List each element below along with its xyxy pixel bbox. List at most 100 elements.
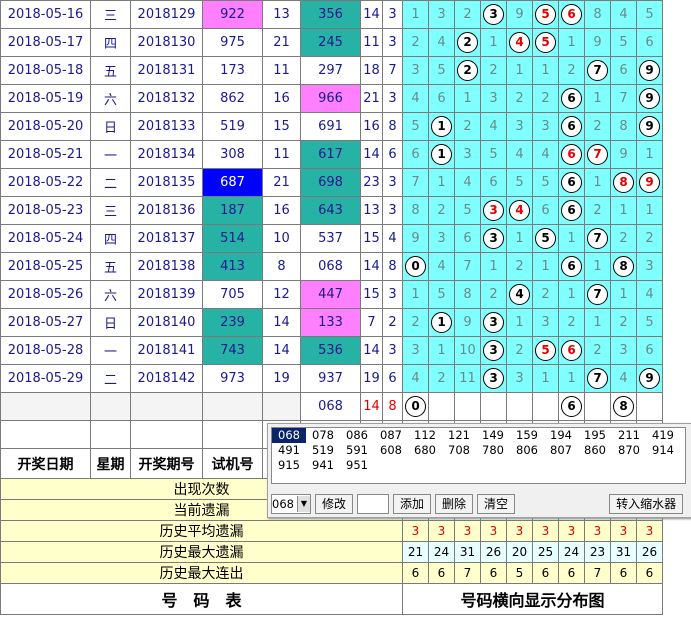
number-list-item[interactable]: 068 bbox=[272, 428, 306, 443]
issue-cell: 2018141 bbox=[130, 336, 203, 365]
number-list-item[interactable]: 086 bbox=[340, 428, 374, 443]
dist-cell-0: 7 bbox=[402, 168, 429, 197]
dist-cell-3: 3 bbox=[480, 0, 507, 29]
dist-cell-9: 5 bbox=[636, 308, 663, 337]
number-list-item[interactable]: 149 bbox=[476, 428, 510, 443]
number-list-item[interactable]: 608 bbox=[374, 443, 408, 458]
drawn-number-ball: 8 bbox=[613, 172, 634, 193]
number-list-item[interactable]: 078 bbox=[306, 428, 340, 443]
issue-cell: 2018142 bbox=[130, 364, 203, 393]
dist-cell-7: 1 bbox=[584, 84, 611, 113]
add-button[interactable]: 添加 bbox=[393, 494, 432, 514]
number-list-item[interactable]: 915 bbox=[272, 458, 306, 473]
header-week: 星期 bbox=[90, 448, 131, 479]
test-number-popup[interactable]: 068 078 086 087 112 121 149 159 194 195 211 419 491 5… bbox=[267, 423, 691, 518]
stat-value: 26 bbox=[480, 541, 507, 563]
dist-cell-3: 3 bbox=[480, 336, 507, 365]
span-cell: 2 bbox=[382, 308, 403, 337]
stat-value: 3 bbox=[454, 520, 481, 542]
blank-cell bbox=[202, 420, 263, 449]
number-list-item[interactable]: 087 bbox=[374, 428, 408, 443]
win-sum-cell: 18 bbox=[360, 56, 383, 85]
dist-cell-2: 8 bbox=[454, 280, 481, 309]
week-cell: 二 bbox=[90, 168, 131, 197]
number-list-item[interactable]: 780 bbox=[476, 443, 510, 458]
number-select[interactable]: 068 ▼ bbox=[271, 494, 311, 514]
number-list-item[interactable]: 591 bbox=[340, 443, 374, 458]
dist-cell-4: 9 bbox=[506, 0, 533, 29]
number-list-item[interactable]: 708 bbox=[442, 443, 476, 458]
number-list-item[interactable]: 194 bbox=[544, 428, 578, 443]
drawn-number-ball: 7 bbox=[587, 144, 608, 165]
number-list-item[interactable]: 860 bbox=[578, 443, 612, 458]
dist-cell-4: 4 bbox=[506, 280, 533, 309]
popup-controls: 068 ▼ 修改 添加 删除 清空 转入缩水器 bbox=[271, 494, 684, 514]
number-list-item[interactable]: 519 bbox=[306, 443, 340, 458]
preview-dist-cell-6: 6 bbox=[558, 392, 585, 421]
header-issue: 开奖期号 bbox=[130, 448, 203, 479]
number-list-item[interactable]: 807 bbox=[544, 443, 578, 458]
stat-value: 3 bbox=[506, 520, 533, 542]
stat-value: 6 bbox=[636, 562, 663, 584]
number-list-item[interactable]: 914 bbox=[646, 443, 680, 458]
stat-value: 21 bbox=[402, 541, 429, 563]
span-cell: 6 bbox=[382, 364, 403, 393]
win-number-cell: 691 bbox=[300, 112, 361, 141]
number-list-item[interactable]: 491 bbox=[272, 443, 306, 458]
drawn-number-ball: 6 bbox=[561, 200, 582, 221]
number-list-item[interactable]: 419 bbox=[646, 428, 680, 443]
number-select-value: 068 bbox=[272, 497, 294, 511]
number-list-item[interactable]: 941 bbox=[306, 458, 340, 473]
date-cell: 2018-05-28 bbox=[0, 336, 91, 365]
stat-value: 24 bbox=[558, 541, 585, 563]
chevron-down-icon[interactable]: ▼ bbox=[297, 496, 310, 512]
stat-value: 24 bbox=[428, 541, 455, 563]
test-number-cell: 239 bbox=[202, 308, 263, 337]
edit-button[interactable]: 修改 bbox=[315, 494, 354, 514]
issue-cell: 2018132 bbox=[130, 84, 203, 113]
dist-cell-1: 1 bbox=[428, 336, 455, 365]
date-cell: 2018-05-27 bbox=[0, 308, 91, 337]
dist-cell-9: 4 bbox=[636, 280, 663, 309]
issue-cell: 2018135 bbox=[130, 168, 203, 197]
test-sum-cell: 16 bbox=[262, 84, 301, 113]
number-list-item[interactable]: 159 bbox=[510, 428, 544, 443]
dist-cell-1: 3 bbox=[428, 0, 455, 29]
dist-cell-6: 1 bbox=[558, 364, 585, 393]
import-shrinker-button[interactable]: 转入缩水器 bbox=[609, 494, 684, 514]
preview-win-cell: 068 bbox=[300, 392, 361, 421]
number-input[interactable] bbox=[357, 494, 390, 514]
drawn-number-ball: 9 bbox=[639, 116, 660, 137]
win-number-cell: 356 bbox=[300, 0, 361, 29]
number-list-item[interactable]: 195 bbox=[578, 428, 612, 443]
number-list-item[interactable]: 870 bbox=[612, 443, 646, 458]
dist-cell-6: 6 bbox=[558, 0, 585, 29]
number-list[interactable]: 068 078 086 087 112 121 149 159 194 195 211 419 491 5… bbox=[271, 427, 686, 484]
win-sum-cell: 7 bbox=[360, 308, 383, 337]
table-row: 2018-05-21 一 2018134 308 11 617 14 6 6 1 3 5 4 4 6 7 9 1 bbox=[0, 140, 663, 169]
win-sum-cell: 11 bbox=[360, 28, 383, 57]
delete-button[interactable]: 删除 bbox=[435, 494, 474, 514]
clear-button[interactable]: 清空 bbox=[477, 494, 516, 514]
test-number-cell: 308 bbox=[202, 140, 263, 169]
drawn-number-ball: 6 bbox=[561, 172, 582, 193]
win-number-cell: 966 bbox=[300, 84, 361, 113]
stat-value: 23 bbox=[584, 541, 611, 563]
blank-cell bbox=[90, 420, 131, 449]
dist-cell-4: 2 bbox=[506, 84, 533, 113]
dist-cell-1: 1 bbox=[428, 140, 455, 169]
number-list-item[interactable]: 121 bbox=[442, 428, 476, 443]
win-number-cell: 698 bbox=[300, 168, 361, 197]
number-list-item[interactable]: 806 bbox=[510, 443, 544, 458]
dist-cell-1: 5 bbox=[428, 280, 455, 309]
number-list-item[interactable]: 951 bbox=[340, 458, 374, 473]
number-list-item[interactable]: 211 bbox=[612, 428, 646, 443]
number-list-item[interactable]: 680 bbox=[408, 443, 442, 458]
week-cell: 六 bbox=[90, 84, 131, 113]
test-sum-cell: 19 bbox=[262, 364, 301, 393]
dist-cell-4: 4 bbox=[506, 196, 533, 225]
dist-cell-4: 3 bbox=[506, 112, 533, 141]
dist-cell-0: 2 bbox=[402, 308, 429, 337]
number-list-item[interactable]: 112 bbox=[408, 428, 442, 443]
dist-cell-6: 6 bbox=[558, 112, 585, 141]
